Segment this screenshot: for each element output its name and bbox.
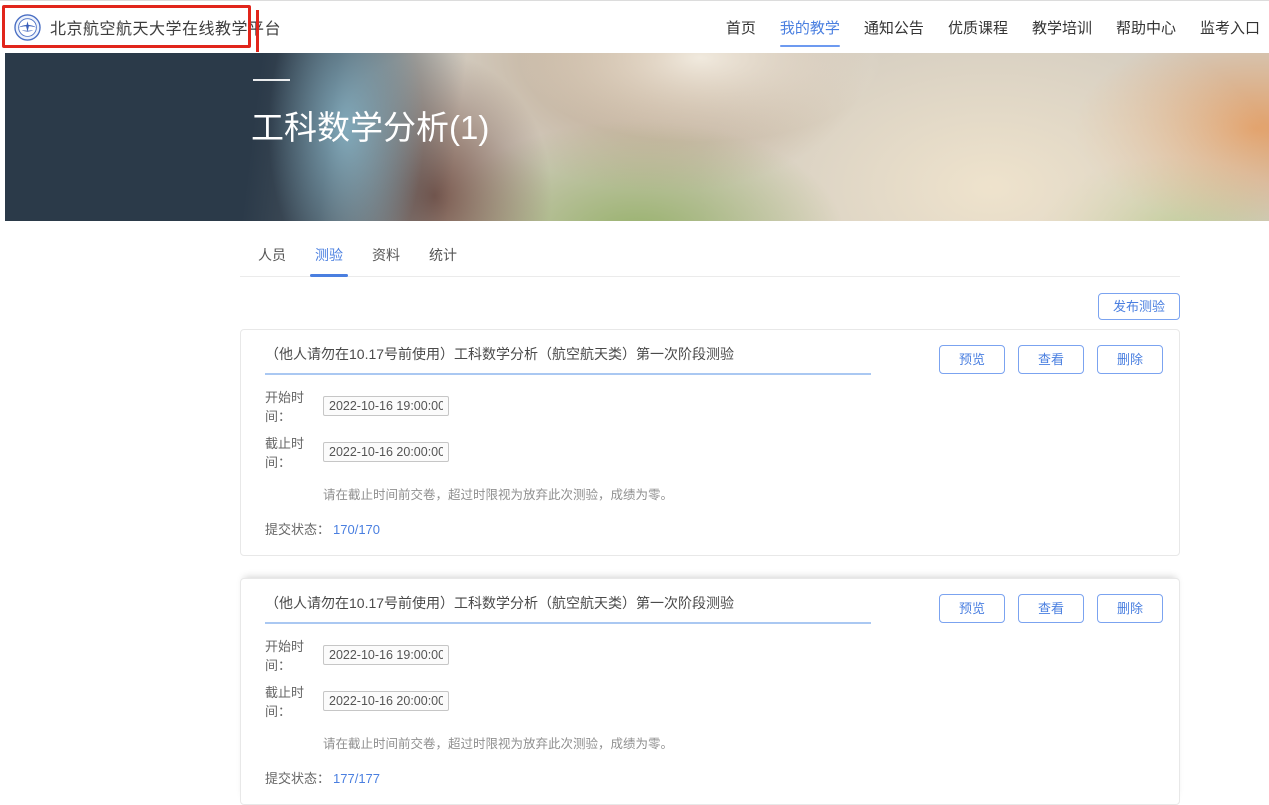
test-title: （他人请勿在10.17号前使用）工科数学分析（航空航天类）第一次阶段测验 [265,593,871,613]
tab-personnel[interactable]: 人员 [258,245,286,276]
submission-status-link[interactable]: 177/177 [333,771,380,786]
nav-item-my-teaching[interactable]: 我的教学 [779,13,841,42]
start-time-label: 开始时间： [265,387,323,425]
test-actions: 预览 查看 删除 [939,594,1163,623]
top-nav: 首页 我的教学 通知公告 优质课程 教学培训 帮助中心 监考入口 [725,13,1265,42]
university-seal-icon [14,14,41,41]
test-title-block: （他人请勿在10.17号前使用）工科数学分析（航空航天类）第一次阶段测验 [265,593,871,624]
submission-status-label: 提交状态： [265,522,330,537]
delete-button[interactable]: 删除 [1097,345,1163,374]
submission-status-row: 提交状态：170/170 [265,519,1163,538]
test-toolbar: 发布测验 [240,293,1180,320]
nav-item-teacher-training[interactable]: 教学培训 [1031,13,1093,42]
end-time-label: 截止时间： [265,682,323,720]
nav-item-help-center[interactable]: 帮助中心 [1115,13,1177,42]
end-time-input[interactable] [323,442,449,462]
course-banner: 工科数学分析(1) [5,53,1269,221]
test-title: （他人请勿在10.17号前使用）工科数学分析（航空航天类）第一次阶段测验 [265,344,871,364]
platform-logo[interactable]: 北京航空航天大学在线教学平台 [14,14,281,41]
preview-button[interactable]: 预览 [939,345,1005,374]
view-button[interactable]: 查看 [1018,345,1084,374]
tab-materials[interactable]: 资料 [372,245,400,276]
tab-tests[interactable]: 测验 [315,245,343,276]
banner-dash-decoration [253,79,290,81]
test-card: （他人请勿在10.17号前使用）工科数学分析（航空航天类）第一次阶段测验 预览 … [240,578,1180,805]
end-time-label: 截止时间： [265,433,323,471]
course-title: 工科数学分析(1) [251,101,489,149]
submission-status-label: 提交状态： [265,771,330,786]
course-tabs: 人员 测验 资料 统计 [240,245,1180,277]
deadline-note: 请在截止时间前交卷，超过时限视为放弃此次测验，成绩为零。 [323,733,1163,752]
nav-item-notices[interactable]: 通知公告 [863,13,925,42]
nav-item-proctor-entrance[interactable]: 监考入口 [1199,13,1261,42]
deadline-note: 请在截止时间前交卷，超过时限视为放弃此次测验，成绩为零。 [323,484,1163,503]
submission-status-link[interactable]: 170/170 [333,522,380,537]
end-time-input[interactable] [323,691,449,711]
start-time-label: 开始时间： [265,636,323,674]
test-actions: 预览 查看 删除 [939,345,1163,374]
platform-title: 北京航空航天大学在线教学平台 [50,15,281,39]
publish-test-button[interactable]: 发布测验 [1098,293,1180,320]
test-card: （他人请勿在10.17号前使用）工科数学分析（航空航天类）第一次阶段测验 预览 … [240,329,1180,556]
title-underline [265,622,871,624]
top-header: 北京航空航天大学在线教学平台 首页 我的教学 通知公告 优质课程 教学培训 帮助… [0,0,1269,53]
nav-item-quality-courses[interactable]: 优质课程 [947,13,1009,42]
start-time-input[interactable] [323,645,449,665]
test-title-block: （他人请勿在10.17号前使用）工科数学分析（航空航天类）第一次阶段测验 [265,344,871,375]
start-time-input[interactable] [323,396,449,416]
delete-button[interactable]: 删除 [1097,594,1163,623]
preview-button[interactable]: 预览 [939,594,1005,623]
title-underline [265,373,871,375]
nav-item-home[interactable]: 首页 [725,13,757,42]
view-button[interactable]: 查看 [1018,594,1084,623]
submission-status-row: 提交状态：177/177 [265,768,1163,787]
tab-statistics[interactable]: 统计 [429,245,457,276]
main-content: 人员 测验 资料 统计 发布测验 （他人请勿在10.17号前使用）工科数学分析（… [240,245,1180,805]
